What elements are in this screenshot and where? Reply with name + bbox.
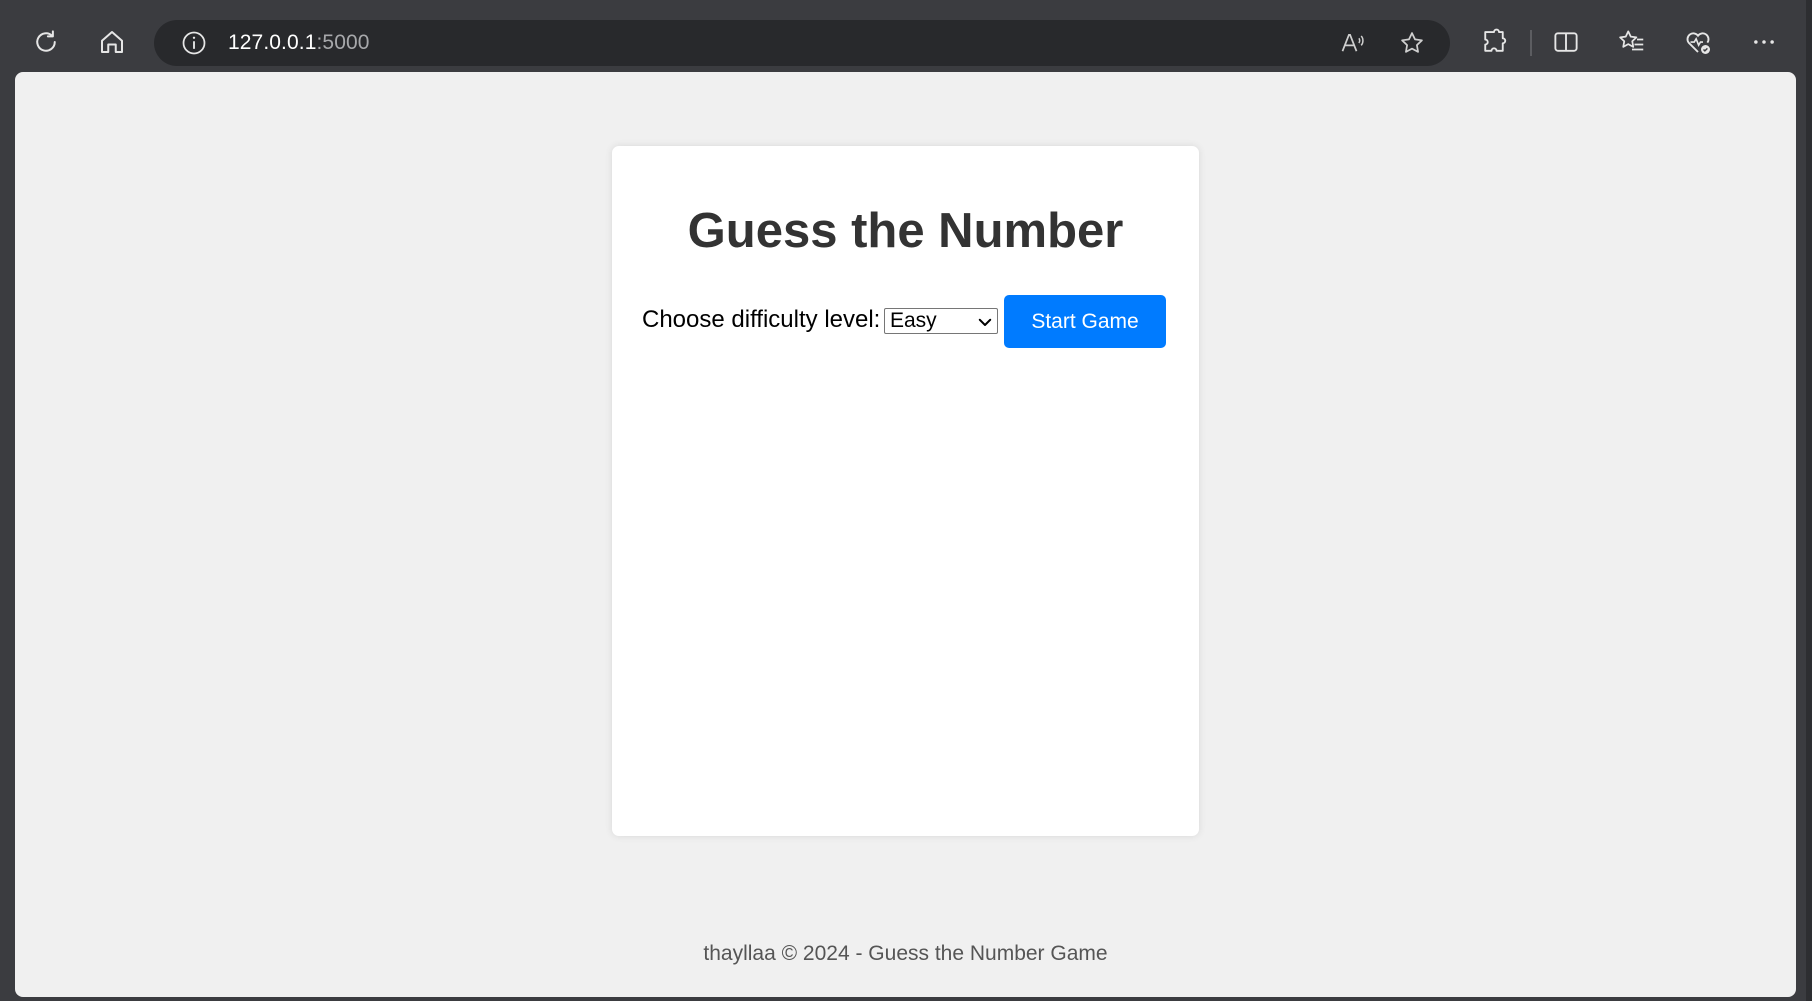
url-port: :5000: [316, 31, 370, 54]
extensions-icon: [1484, 28, 1507, 52]
more-button[interactable]: [1736, 18, 1792, 66]
start-game-button[interactable]: Start Game: [1004, 295, 1166, 348]
chevron-down-icon: [978, 318, 992, 326]
browser-toolbar: 127.0.0.1:5000: [0, 0, 1812, 72]
more-icon: [1754, 40, 1774, 44]
favorites-icon: [1619, 30, 1644, 51]
toolbar-separator: [1530, 30, 1532, 56]
favorites-button[interactable]: [1604, 18, 1660, 66]
game-card: Guess the Number Choose difficulty level…: [612, 146, 1199, 836]
browser-essentials-icon: [1686, 32, 1710, 54]
read-aloud-icon[interactable]: [1339, 29, 1367, 57]
page-footer: thayllaa © 2024 - Guess the Number Game: [703, 942, 1108, 965]
extensions-button[interactable]: [1466, 18, 1522, 66]
browser-essentials-button[interactable]: [1670, 18, 1726, 66]
home-icon: [101, 31, 123, 53]
info-icon[interactable]: [180, 29, 208, 57]
split-screen-button[interactable]: [1538, 18, 1594, 66]
favorite-star-icon[interactable]: [1398, 29, 1426, 57]
difficulty-select[interactable]: Easy: [884, 308, 998, 334]
split-screen-icon: [1554, 32, 1578, 52]
difficulty-selected-value: Easy: [890, 309, 937, 332]
page-title: Guess the Number: [687, 204, 1124, 258]
refresh-icon: [36, 30, 56, 52]
page-viewport: Guess the Number Choose difficulty level…: [15, 72, 1796, 997]
refresh-button[interactable]: [18, 18, 74, 66]
address-bar[interactable]: 127.0.0.1:5000: [154, 20, 1450, 66]
url-host: 127.0.0.1: [228, 31, 317, 54]
difficulty-label: Choose difficulty level:: [642, 306, 881, 333]
window-right-edge: [1806, 0, 1812, 1001]
home-button[interactable]: [84, 18, 140, 66]
url-text: 127.0.0.1:5000: [228, 31, 370, 55]
